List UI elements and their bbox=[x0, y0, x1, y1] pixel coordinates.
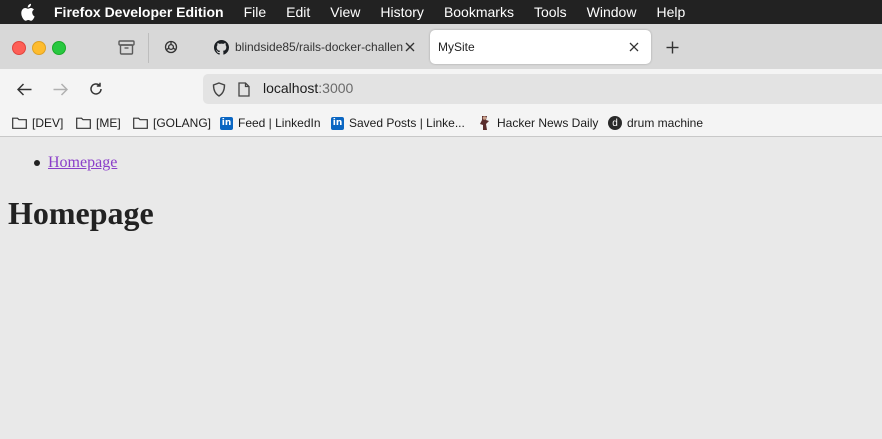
url-port: :3000 bbox=[318, 80, 354, 96]
page-heading: Homepage bbox=[8, 195, 154, 231]
tab-separator bbox=[148, 33, 149, 63]
url-host: localhost bbox=[263, 80, 319, 96]
site-info-button[interactable] bbox=[238, 81, 250, 97]
linkedin-icon: in bbox=[220, 116, 233, 130]
bookmark-label: [DEV] bbox=[32, 116, 64, 130]
window-zoom-button[interactable] bbox=[52, 41, 66, 55]
folder-icon bbox=[76, 117, 91, 129]
back-arrow-icon bbox=[16, 82, 31, 96]
back-button[interactable] bbox=[14, 79, 34, 99]
menu-history[interactable]: History bbox=[380, 4, 424, 20]
bookmark-label: Saved Posts | Linke... bbox=[349, 116, 465, 130]
url-bar[interactable]: localhost:3000 bbox=[203, 74, 882, 104]
apple-logo-icon[interactable] bbox=[19, 3, 35, 21]
tab-strip: blindside85/rails-docker-challenge MySit… bbox=[0, 24, 882, 69]
reload-icon bbox=[90, 82, 102, 95]
firefox-view-icon bbox=[117, 39, 135, 55]
bookmark-label: drum machine bbox=[627, 116, 704, 130]
forward-button[interactable] bbox=[50, 79, 70, 99]
list-item: Homepage bbox=[34, 154, 117, 172]
menu-file[interactable]: File bbox=[244, 4, 267, 20]
tab-mysite[interactable]: MySite bbox=[430, 30, 651, 64]
github-icon bbox=[214, 39, 229, 55]
bookmarks-toolbar: [DEV] [ME] [GOLANG] in Feed | LinkedIn i… bbox=[0, 109, 882, 137]
bookmark-label: Hacker News Daily bbox=[497, 116, 599, 130]
bookmark-folder-dev[interactable]: [DEV] bbox=[12, 114, 63, 132]
tab-title: MySite bbox=[438, 40, 475, 54]
bookmark-drum-machine[interactable]: d drum machine bbox=[608, 114, 703, 132]
page-content: Homepage Homepage bbox=[0, 137, 882, 439]
new-tab-button[interactable] bbox=[662, 37, 682, 57]
tab-close-button[interactable] bbox=[402, 39, 418, 55]
tab-title: blindside85/rails-docker-challenge bbox=[235, 40, 403, 54]
menu-window[interactable]: Window bbox=[587, 4, 637, 20]
reload-button[interactable] bbox=[86, 79, 106, 99]
forward-arrow-icon bbox=[53, 82, 68, 96]
bookmark-folder-me[interactable]: [ME] bbox=[76, 114, 121, 132]
firefox-view-button[interactable] bbox=[116, 38, 136, 56]
macos-menu-bar: Firefox Developer Edition File Edit View… bbox=[0, 0, 882, 24]
page-icon bbox=[238, 81, 250, 97]
url-text[interactable]: localhost:3000 bbox=[263, 80, 353, 98]
close-icon bbox=[629, 42, 639, 52]
tab-pinned-openai[interactable] bbox=[157, 30, 185, 64]
window-close-button[interactable] bbox=[12, 41, 26, 55]
window-minimize-button[interactable] bbox=[32, 41, 46, 55]
plus-icon bbox=[666, 41, 678, 53]
navigation-toolbar: localhost:3000 bbox=[0, 69, 882, 109]
tab-github-repo[interactable]: blindside85/rails-docker-challenge bbox=[206, 30, 422, 64]
menu-edit[interactable]: Edit bbox=[286, 4, 310, 20]
close-icon bbox=[405, 42, 415, 52]
folder-icon bbox=[12, 117, 27, 129]
bookmark-folder-golang[interactable]: [GOLANG] bbox=[133, 114, 211, 132]
bookmark-linkedin-feed[interactable]: in Feed | LinkedIn bbox=[220, 114, 321, 132]
menu-view[interactable]: View bbox=[330, 4, 360, 20]
bookmark-label: Feed | LinkedIn bbox=[238, 116, 321, 130]
nav-list: Homepage bbox=[34, 154, 117, 172]
bullet-marker bbox=[34, 160, 40, 166]
app-name-menu[interactable]: Firefox Developer Edition bbox=[54, 4, 224, 20]
openai-icon bbox=[164, 40, 178, 54]
bookmark-label: [ME] bbox=[96, 116, 121, 130]
bookmark-hacker-news-daily[interactable]: Hacker News Daily bbox=[478, 114, 598, 132]
bookmark-linkedin-saved-posts[interactable]: in Saved Posts | Linke... bbox=[331, 114, 465, 132]
menu-bookmarks[interactable]: Bookmarks bbox=[444, 4, 514, 20]
tracking-protection-button[interactable] bbox=[212, 81, 226, 97]
shield-icon bbox=[212, 81, 226, 97]
linkedin-icon: in bbox=[331, 116, 344, 130]
menu-help[interactable]: Help bbox=[656, 4, 685, 20]
folder-icon bbox=[133, 117, 148, 129]
tab-close-button[interactable] bbox=[626, 39, 642, 55]
bookmark-label: [GOLANG] bbox=[153, 116, 212, 130]
menu-tools[interactable]: Tools bbox=[534, 4, 567, 20]
homepage-link[interactable]: Homepage bbox=[48, 154, 117, 172]
drum-machine-icon: d bbox=[608, 116, 622, 130]
hacker-news-daily-icon bbox=[478, 115, 492, 131]
